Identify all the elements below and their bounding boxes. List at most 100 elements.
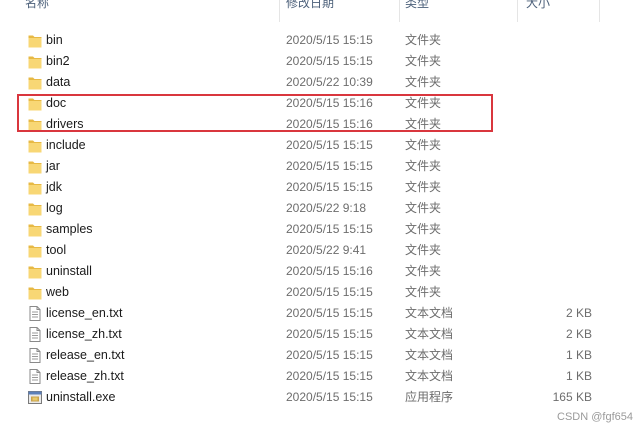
- folder-icon: [28, 243, 42, 258]
- file-row-jdk[interactable]: jdk 2020/5/15 15:15 文件夹: [0, 177, 641, 198]
- folder-icon: [28, 285, 42, 300]
- text-file-icon: [28, 369, 42, 384]
- file-type: 文件夹: [405, 33, 442, 47]
- file-row-tool[interactable]: tool 2020/5/22 9:41 文件夹: [0, 240, 641, 261]
- file-list: bin 2020/5/15 15:15 文件夹 bin2 2020/5/15 15:15…: [0, 30, 641, 408]
- folder-icon: [28, 33, 42, 48]
- folder-icon: [28, 75, 42, 90]
- file-date: 2020/5/15 15:15: [286, 138, 373, 152]
- file-date: 2020/5/15 15:15: [286, 348, 373, 362]
- watermark: CSDN @fgf654: [557, 411, 633, 423]
- file-name: web: [46, 285, 69, 299]
- file-date: 2020/5/22 10:39: [286, 75, 373, 89]
- file-type: 文件夹: [405, 138, 442, 152]
- column-header-size-label: 大小: [526, 0, 551, 10]
- column-header-name-label: 名称: [25, 0, 50, 10]
- folder-icon: [28, 96, 42, 111]
- file-name: doc: [46, 96, 67, 110]
- file-row-samples[interactable]: samples 2020/5/15 15:15 文件夹: [0, 219, 641, 240]
- file-type: 文件夹: [405, 96, 442, 110]
- file-type: 文件夹: [405, 264, 442, 278]
- file-date: 2020/5/15 15:15: [286, 54, 373, 68]
- file-name: license_zh.txt: [46, 327, 122, 341]
- folder-icon: [28, 54, 42, 69]
- column-header-date[interactable]: 修改日期: [280, 0, 400, 22]
- text-file-icon: [28, 327, 42, 342]
- file-type: 文本文档: [405, 348, 454, 362]
- file-type: 文件夹: [405, 222, 442, 236]
- file-row-jar[interactable]: jar 2020/5/15 15:15 文件夹: [0, 156, 641, 177]
- file-name: uninstall: [46, 264, 92, 278]
- file-type: 文本文档: [405, 306, 454, 320]
- file-type: 文件夹: [405, 75, 442, 89]
- file-size: 1 KB: [565, 348, 592, 362]
- file-date: 2020/5/15 15:15: [286, 390, 373, 404]
- folder-icon: [28, 180, 42, 195]
- file-row-drivers[interactable]: drivers 2020/5/15 15:16 文件夹: [0, 114, 641, 135]
- column-header-type-label: 类型: [405, 0, 430, 10]
- file-type: 文件夹: [405, 285, 442, 299]
- file-type: 应用程序: [405, 390, 454, 404]
- file-size: 2 KB: [565, 306, 592, 320]
- file-type: 文本文档: [405, 327, 454, 341]
- folder-icon: [28, 159, 42, 174]
- file-date: 2020/5/15 15:15: [286, 327, 373, 341]
- file-row-bin[interactable]: bin 2020/5/15 15:15 文件夹: [0, 30, 641, 51]
- file-date: 2020/5/15 15:15: [286, 222, 373, 236]
- file-date: 2020/5/22 9:18: [286, 201, 367, 215]
- file-type: 文本文档: [405, 369, 454, 383]
- file-name: jdk: [46, 180, 62, 194]
- file-date: 2020/5/15 15:15: [286, 180, 373, 194]
- column-header-type[interactable]: 类型: [400, 0, 518, 22]
- file-date: 2020/5/15 15:15: [286, 285, 373, 299]
- file-date: 2020/5/15 15:16: [286, 117, 373, 131]
- file-type: 文件夹: [405, 159, 442, 173]
- file-type: 文件夹: [405, 54, 442, 68]
- file-row-bin2[interactable]: bin2 2020/5/15 15:15 文件夹: [0, 51, 641, 72]
- file-row-uninstall-exe[interactable]: uninstall.exe 2020/5/15 15:15 应用程序 165 KB: [0, 387, 641, 408]
- file-date: 2020/5/15 15:15: [286, 33, 373, 47]
- file-name: log: [46, 201, 63, 215]
- file-name: include: [46, 138, 86, 152]
- file-explorer: 名称 修改日期 类型 大小 bin 2020/5/15 15:15 文件夹 bin2 2…: [0, 0, 641, 428]
- file-name: license_en.txt: [46, 306, 123, 320]
- file-name: jar: [46, 159, 60, 173]
- exe-icon: [28, 390, 42, 405]
- file-row-log[interactable]: log 2020/5/22 9:18 文件夹: [0, 198, 641, 219]
- file-name: samples: [46, 222, 93, 236]
- column-header-date-label: 修改日期: [286, 0, 335, 10]
- file-date: 2020/5/15 15:15: [286, 159, 373, 173]
- text-file-icon: [28, 348, 42, 363]
- file-name: data: [46, 75, 71, 89]
- text-file-icon: [28, 306, 42, 321]
- file-name: release_en.txt: [46, 348, 125, 362]
- file-row-web[interactable]: web 2020/5/15 15:15 文件夹: [0, 282, 641, 303]
- file-date: 2020/5/15 15:16: [286, 264, 373, 278]
- file-size: 2 KB: [565, 327, 592, 341]
- folder-icon: [28, 201, 42, 216]
- column-header-name[interactable]: 名称: [0, 0, 280, 22]
- file-row-doc[interactable]: doc 2020/5/15 15:16 文件夹: [0, 93, 641, 114]
- file-name: uninstall.exe: [46, 390, 116, 404]
- column-header-bar: 名称 修改日期 类型 大小: [0, 0, 641, 22]
- file-row-data[interactable]: data 2020/5/22 10:39 文件夹: [0, 72, 641, 93]
- file-row-include[interactable]: include 2020/5/15 15:15 文件夹: [0, 135, 641, 156]
- file-date: 2020/5/15 15:15: [286, 369, 373, 383]
- file-date: 2020/5/22 9:41: [286, 243, 367, 257]
- file-size: 165 KB: [552, 390, 592, 404]
- file-type: 文件夹: [405, 117, 442, 131]
- file-name: drivers: [46, 117, 84, 131]
- file-size: 1 KB: [565, 369, 592, 383]
- file-row-license-zh-txt[interactable]: license_zh.txt 2020/5/15 15:15 文本文档 2 KB: [0, 324, 641, 345]
- file-row-release-zh-txt[interactable]: release_zh.txt 2020/5/15 15:15 文本文档 1 KB: [0, 366, 641, 387]
- file-type: 文件夹: [405, 243, 442, 257]
- file-row-uninstall[interactable]: uninstall 2020/5/15 15:16 文件夹: [0, 261, 641, 282]
- file-name: bin: [46, 33, 63, 47]
- folder-icon: [28, 117, 42, 132]
- column-header-size[interactable]: 大小: [518, 0, 600, 22]
- file-name: release_zh.txt: [46, 369, 124, 383]
- file-row-release-en-txt[interactable]: release_en.txt 2020/5/15 15:15 文本文档 1 KB: [0, 345, 641, 366]
- file-row-license-en-txt[interactable]: license_en.txt 2020/5/15 15:15 文本文档 2 KB: [0, 303, 641, 324]
- folder-icon: [28, 138, 42, 153]
- file-name: bin2: [46, 54, 70, 68]
